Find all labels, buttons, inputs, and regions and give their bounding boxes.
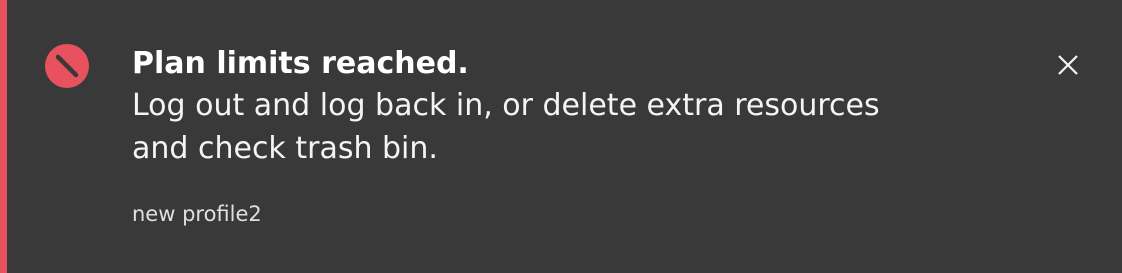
notification-message: Log out and log back in, or delete extra… — [132, 88, 880, 166]
close-icon — [1057, 54, 1079, 76]
close-button[interactable] — [1045, 42, 1091, 88]
error-icon — [43, 42, 91, 90]
notification-title: Plan limits reached. — [132, 46, 469, 81]
notification-caption: new profile2 — [132, 202, 262, 226]
notification-content: Plan limits reached. Log out and log bac… — [132, 44, 1012, 170]
error-toast-notification: Plan limits reached. Log out and log bac… — [0, 0, 1122, 273]
